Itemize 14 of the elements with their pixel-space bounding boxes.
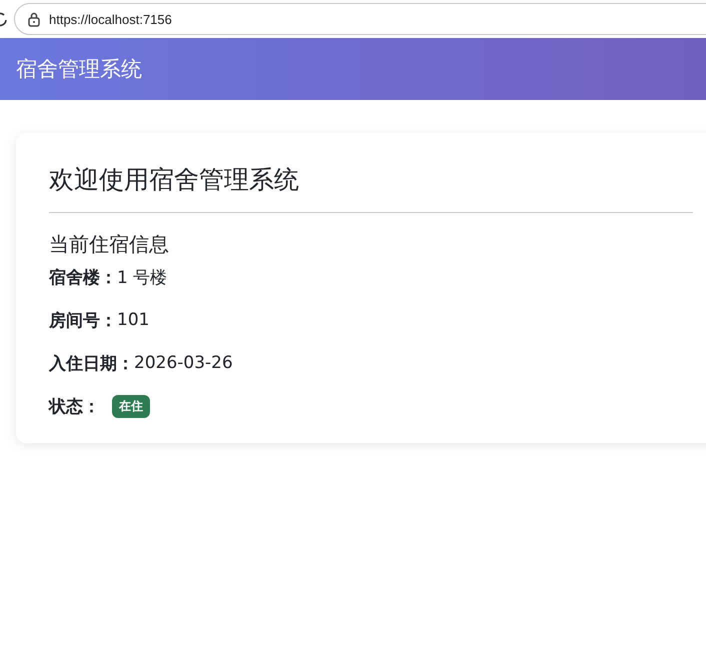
app-title: 宿舍管理系统: [16, 56, 142, 83]
status-badge: 在住: [112, 394, 150, 418]
field-label: 宿舍楼：: [49, 266, 117, 288]
card-title: 欢迎使用宿舍管理系统: [49, 163, 693, 213]
address-bar[interactable]: https://localhost:7156: [14, 3, 706, 35]
field-value: 2026-03-26: [134, 353, 233, 373]
field-value: 1 号楼: [117, 266, 168, 288]
lock-icon[interactable]: [27, 12, 41, 26]
section-title: 当前住宿信息: [49, 231, 170, 258]
field-label: 入住日期：: [49, 352, 134, 374]
url-text: https://localhost:7156: [49, 12, 172, 26]
field-value: 101: [117, 310, 150, 330]
field-label: 状态：: [49, 396, 100, 418]
field-label: 房间号：: [49, 310, 117, 332]
